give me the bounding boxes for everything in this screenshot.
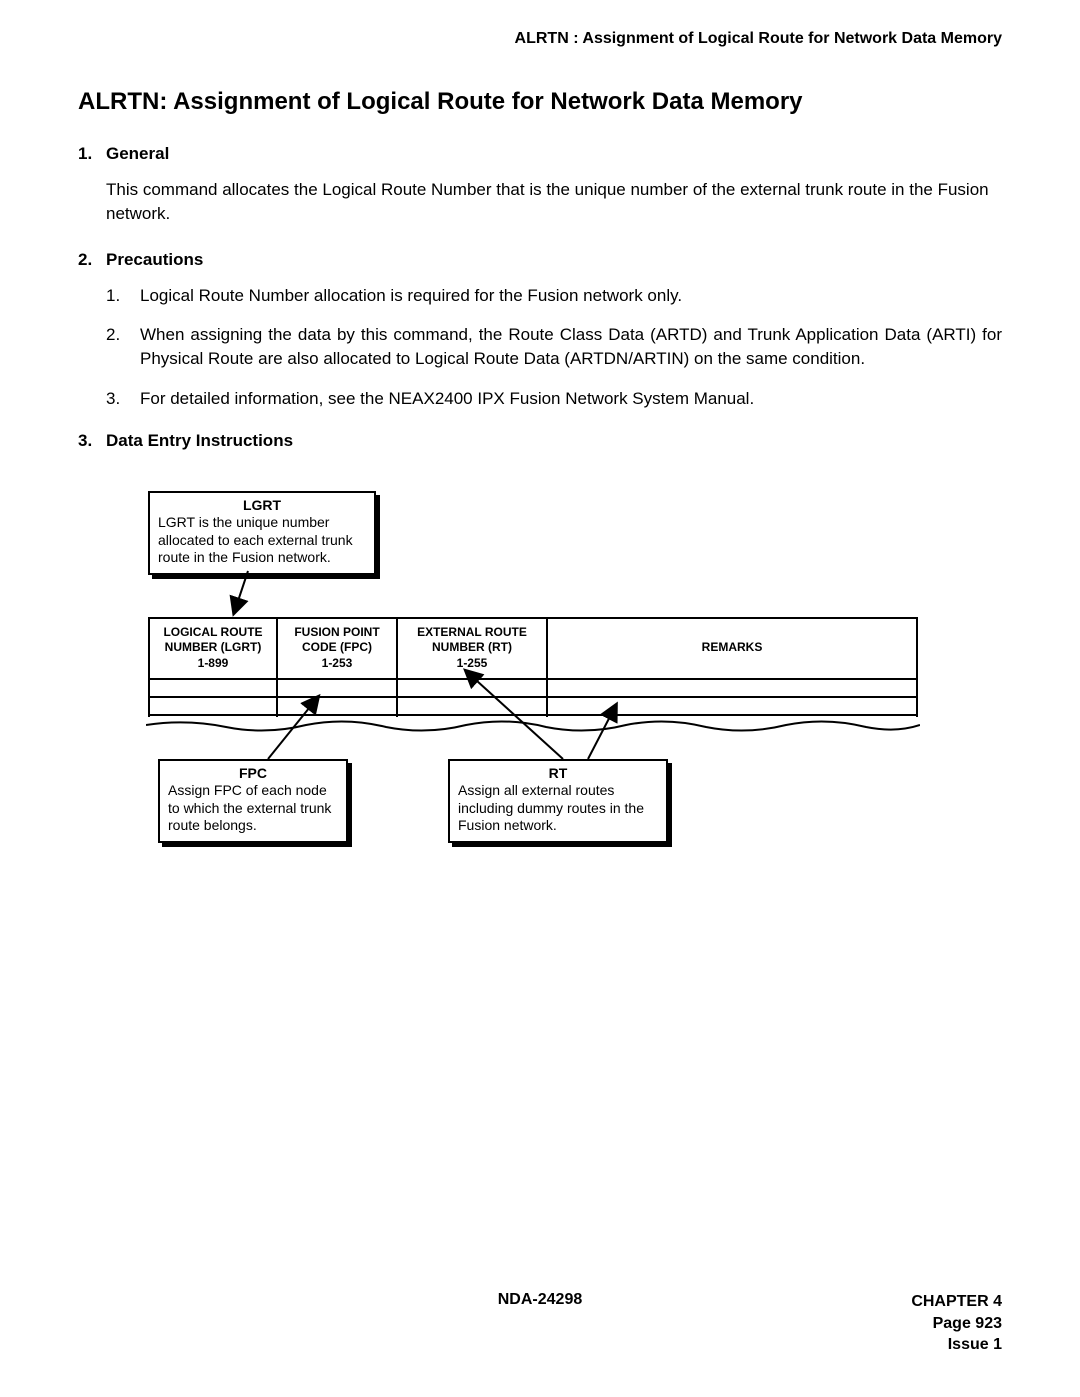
section-label: Data Entry Instructions — [106, 431, 293, 451]
callout-title: RT — [458, 765, 658, 783]
section-label: Precautions — [106, 250, 203, 270]
item-number: 2. — [106, 323, 140, 371]
general-body: This command allocates the Logical Route… — [106, 178, 1002, 226]
document-page: ALRTN : Assignment of Logical Route for … — [0, 0, 1080, 1397]
callout-title: FPC — [168, 765, 338, 783]
precaution-item: 2. When assigning the data by this comma… — [106, 323, 1002, 371]
table-header-fpc: FUSION POINT CODE (FPC) 1-253 — [277, 618, 397, 679]
running-header: ALRTN : Assignment of Logical Route for … — [78, 30, 1002, 48]
item-number: 1. — [106, 284, 140, 308]
callout-fpc: FPC Assign FPC of each node to which the… — [158, 759, 348, 843]
section-heading-general: 1. General — [78, 144, 1002, 164]
callout-lgrt: LGRT LGRT is the unique number allocated… — [148, 491, 376, 575]
page-footer: NDA-24298 CHAPTER 4 Page 923 Issue 1 — [78, 1291, 1002, 1309]
section-heading-data-entry: 3. Data Entry Instructions — [78, 431, 1002, 451]
item-text: For detailed information, see the NEAX24… — [140, 387, 1002, 411]
table-header-rt: EXTERNAL ROUTE NUMBER (RT) 1-255 — [397, 618, 547, 679]
table-row — [149, 679, 917, 697]
footer-issue: Issue 1 — [911, 1334, 1002, 1356]
table-header-lgrt: LOGICAL ROUTE NUMBER (LGRT) 1-899 — [149, 618, 277, 679]
section-number: 1. — [78, 144, 106, 164]
item-text: Logical Route Number allocation is requi… — [140, 284, 1002, 308]
section-number: 2. — [78, 250, 106, 270]
footer-page: Page 923 — [911, 1313, 1002, 1335]
table-row — [149, 697, 917, 715]
callout-text: Assign FPC of each node to which the ext… — [168, 782, 338, 835]
item-text: When assigning the data by this command,… — [140, 323, 1002, 371]
callout-title: LGRT — [158, 497, 366, 515]
footer-chapter: CHAPTER 4 — [911, 1291, 1002, 1313]
table-header-remarks: REMARKS — [547, 618, 917, 679]
section-heading-precautions: 2. Precautions — [78, 250, 1002, 270]
section-number: 3. — [78, 431, 106, 451]
page-title: ALRTN: Assignment of Logical Route for N… — [78, 88, 1002, 116]
item-number: 3. — [106, 387, 140, 411]
torn-edge-icon — [146, 717, 920, 739]
precaution-item: 3. For detailed information, see the NEA… — [106, 387, 1002, 411]
callout-text: LGRT is the unique number allocated to e… — [158, 514, 366, 567]
callout-text: Assign all external routes including dum… — [458, 782, 658, 835]
section-label: General — [106, 144, 169, 164]
torn-edge-mask — [146, 717, 920, 739]
footer-doc-number: NDA-24298 — [78, 1291, 1002, 1309]
callout-rt: RT Assign all external routes including … — [448, 759, 668, 843]
data-entry-diagram: LGRT LGRT is the unique number allocated… — [148, 491, 918, 851]
precaution-item: 1. Logical Route Number allocation is re… — [106, 284, 1002, 308]
